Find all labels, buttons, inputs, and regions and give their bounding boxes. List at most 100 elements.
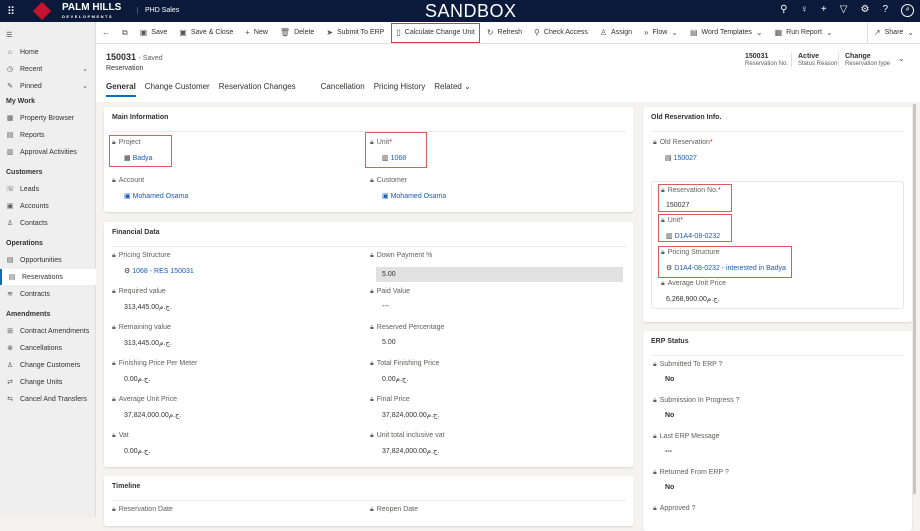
- field-label: Returned From ERP ?: [659, 469, 729, 476]
- cancellations-icon: ⊗: [7, 345, 13, 352]
- down-payment-input[interactable]: 5.00: [376, 267, 623, 282]
- sidebar-item-cancellations[interactable]: ⊗ Cancellations: [0, 340, 96, 356]
- tab-cancellation[interactable]: Cancellation: [321, 82, 365, 97]
- sidebar-item-pinned[interactable]: ✎ Pinned ⌄: [0, 78, 96, 94]
- plus-icon[interactable]: +: [821, 4, 827, 17]
- tab-label: Cancellation: [320, 82, 365, 91]
- submit-to-erp-button[interactable]: ➤ Submit To ERP: [320, 22, 390, 44]
- filter-icon[interactable]: ▽: [840, 4, 848, 17]
- chevron-down-icon[interactable]: ⌄: [826, 28, 833, 37]
- hamburger-menu-icon[interactable]: ☰: [0, 27, 96, 43]
- new-button[interactable]: + New: [239, 22, 274, 44]
- old-pricing-structure-field: 🔒︎ Pricing Structure ⚙ D1A4-08-0232 - inte…: [661, 249, 786, 272]
- chevron-down-icon[interactable]: ⌄: [671, 28, 678, 37]
- old-reservation-link[interactable]: 150027: [674, 155, 697, 162]
- chevron-down-icon[interactable]: ⌄: [82, 65, 88, 73]
- project-link[interactable]: Badya: [133, 155, 153, 162]
- open-new-window-button[interactable]: ⧉: [116, 22, 134, 44]
- unit-field: 🔒︎ Unit* ▥ 1068: [370, 139, 407, 162]
- assign-button[interactable]: ♙ Assign: [594, 22, 638, 44]
- app-launcher-icon[interactable]: ⠿: [7, 5, 15, 18]
- sidebar-item-approval-activities[interactable]: ▥ Approval Activities: [0, 144, 96, 160]
- refresh-button[interactable]: ↻ Refresh: [481, 22, 528, 44]
- lock-icon: 🔒︎: [370, 139, 374, 146]
- calculate-change-unit-button[interactable]: ▯ Calculate Change Unit: [390, 22, 480, 44]
- field-value: 313,445.00ج.م.: [124, 340, 172, 347]
- tab-related[interactable]: Related ⌄: [434, 82, 471, 97]
- flow-button[interactable]: » Flow ⌄: [638, 22, 684, 44]
- sidebar-section-operations: Operations: [6, 240, 43, 247]
- tab-reservation-changes[interactable]: Reservation Changes: [219, 82, 296, 97]
- field-label: Submitted To ERP ?: [659, 361, 723, 368]
- run-report-button[interactable]: ▦ Run Report ⌄: [769, 22, 839, 44]
- sidebar-item-contract-amendments[interactable]: ⊞ Contract Amendments: [0, 323, 96, 339]
- sidebar-item-contacts[interactable]: ♙ Contacts: [0, 215, 96, 231]
- sidebar-item-label: Change Units: [20, 378, 63, 386]
- page-scrollbar[interactable]: [913, 102, 917, 517]
- sidebar-item-opportunities[interactable]: ▤ Opportunities: [0, 252, 96, 268]
- gear-icon[interactable]: ⚙: [860, 4, 869, 17]
- delete-button[interactable]: 🗑 Delete: [274, 22, 320, 44]
- lightbulb-icon[interactable]: ♀: [800, 4, 808, 17]
- field-label: Account: [118, 177, 145, 184]
- command-label: Submit To ERP: [337, 29, 385, 36]
- word-templates-icon: ▤: [689, 28, 698, 37]
- lock-icon: 🔒︎: [370, 252, 374, 259]
- sidebar-item-change-customers[interactable]: ♙ Change Customers: [0, 357, 96, 373]
- old-reservation-details: 🔒︎ Reservation No.* 150027 🔒︎ Unit* ▥ D1A4-0…: [651, 181, 904, 309]
- check-access-button[interactable]: ⚲ Check Access: [528, 22, 594, 44]
- sidebar-item-reports[interactable]: ▤ Reports: [0, 127, 96, 143]
- chevron-down-icon[interactable]: ⌄: [756, 28, 763, 37]
- sidebar-item-home[interactable]: ⌂ Home: [0, 44, 96, 60]
- check-access-icon: ⚲: [534, 28, 540, 37]
- environment-label: SANDBOX: [425, 1, 517, 21]
- unit-link[interactable]: 1068: [391, 155, 407, 162]
- sidebar-item-reservations[interactable]: ▤ Reservations: [0, 269, 96, 285]
- search-icon[interactable]: ⚲: [780, 4, 787, 17]
- field-value: 37,824,000.00ج.م.: [382, 412, 440, 419]
- customer-link[interactable]: Mohamed Osama: [391, 193, 447, 200]
- tab-label: Change Customer: [144, 82, 210, 91]
- sidebar-item-recent[interactable]: ◷ Recent ⌄: [0, 61, 96, 77]
- returned-from-erp-field: 🔒︎ Returned From ERP ? No: [653, 469, 729, 491]
- entity-name: Reservation: [106, 65, 144, 72]
- old-unit-link[interactable]: D1A4-08-0232: [675, 233, 721, 240]
- save-close-button[interactable]: ▣ Save & Close: [173, 22, 239, 44]
- back-button[interactable]: ←: [96, 22, 116, 44]
- expand-header-chevron-icon[interactable]: ⌄: [898, 54, 905, 63]
- field-label: Vat: [118, 432, 129, 439]
- section-title: ERP Status: [651, 338, 689, 345]
- tab-pricing-history[interactable]: Pricing History: [374, 82, 426, 97]
- field-label: Pricing Structure: [118, 252, 171, 259]
- sidebar-item-leads[interactable]: ☏ Leads: [0, 181, 96, 197]
- change-customers-icon: ♙: [6, 362, 14, 369]
- share-button[interactable]: ↗ Share ⌄: [866, 21, 920, 44]
- sidebar-item-property-browser[interactable]: ▦ Property Browser: [0, 110, 96, 126]
- brand-sub: DEVELOPMENTS: [62, 14, 114, 19]
- header-label: Reservation No.: [745, 61, 789, 67]
- chevron-down-icon[interactable]: ⌄: [82, 82, 88, 90]
- down-payment-field: 🔒︎ Down Payment % 5.00: [370, 252, 623, 282]
- tab-general[interactable]: General: [106, 82, 136, 97]
- old-pricing-structure-link[interactable]: D1A4-08-0232 - interested in Badya: [674, 265, 786, 272]
- sidebar-item-accounts[interactable]: ▣ Accounts: [0, 198, 96, 214]
- section-title: Main Information: [112, 114, 169, 121]
- avatar[interactable]: #: [901, 4, 914, 17]
- help-icon[interactable]: ?: [882, 4, 888, 17]
- field-label: Reservation Date: [118, 506, 173, 513]
- field-value: 37,824,000.00ج.م.: [124, 412, 182, 419]
- sidebar-item-change-units[interactable]: ⇄ Change Units: [0, 374, 96, 390]
- save-button[interactable]: ▣ Save: [134, 22, 174, 44]
- account-link[interactable]: Mohamed Osama: [133, 193, 189, 200]
- chevron-down-icon[interactable]: ⌄: [907, 28, 914, 37]
- app-name[interactable]: PHD Sales: [137, 7, 179, 14]
- pricing-structure-link[interactable]: 1068 - RES 150031: [132, 268, 194, 275]
- field-label: Reopen Date: [376, 506, 418, 513]
- tab-change-customer[interactable]: Change Customer: [145, 82, 210, 97]
- command-label: New: [253, 29, 268, 36]
- sidebar-item-cancel-and-transfers[interactable]: ⇆ Cancel And Transfers: [0, 391, 96, 407]
- word-templates-button[interactable]: ▤ Word Templates ⌄: [684, 22, 769, 44]
- sidebar-item-contracts[interactable]: ≋ Contracts: [0, 286, 96, 302]
- pricing-structure-field: 🔒︎ Pricing Structure ⚙ 1068 - RES 150031: [112, 252, 194, 275]
- lock-icon: 🔒︎: [661, 249, 665, 256]
